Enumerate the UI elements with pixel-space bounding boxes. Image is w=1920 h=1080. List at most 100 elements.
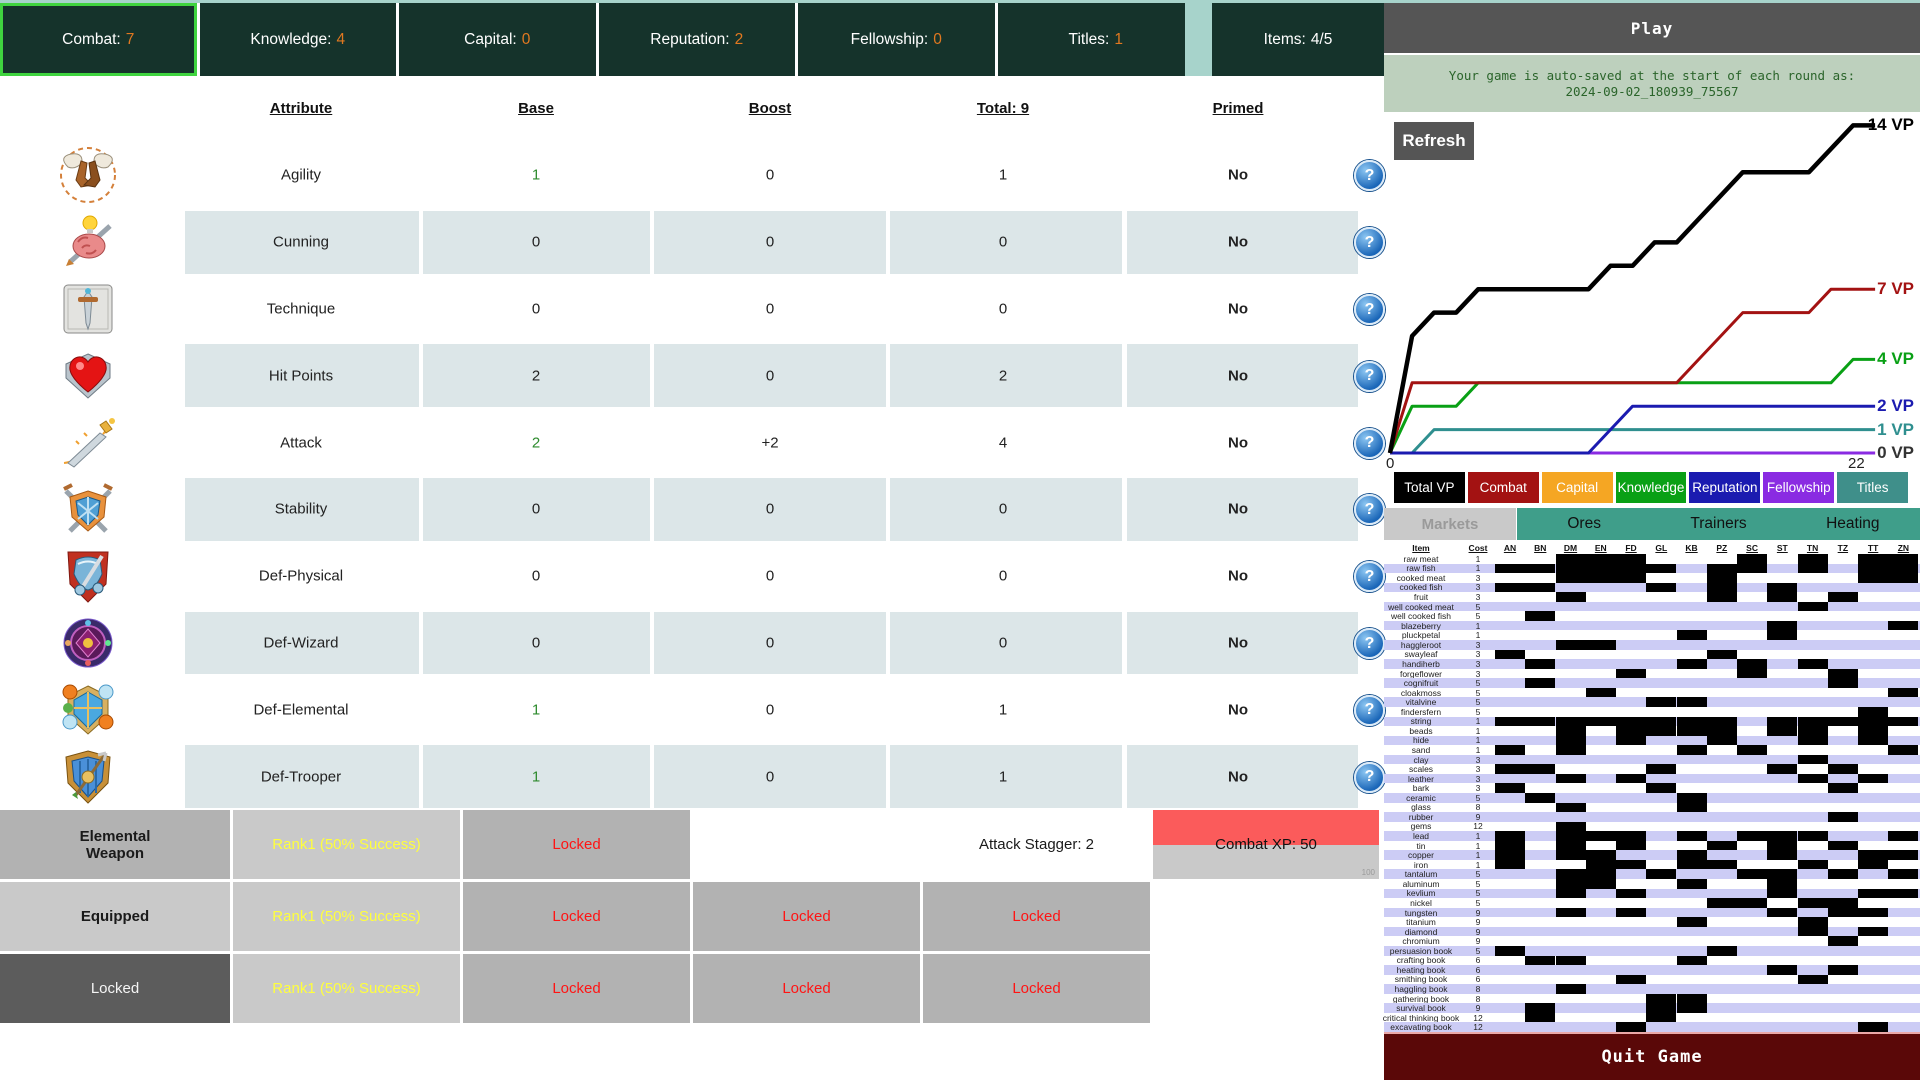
- market-item-name: handiherb: [1402, 659, 1440, 669]
- market-column-header-item: Item: [1412, 543, 1429, 553]
- market-row: gathering book8: [1384, 994, 1920, 1004]
- tab-combat[interactable]: Combat:7: [0, 3, 197, 76]
- help-icon[interactable]: ?: [1354, 561, 1385, 592]
- market-unavailable-cell: [1798, 736, 1828, 746]
- legend-button-fellowship[interactable]: Fellowship: [1763, 472, 1834, 503]
- column-header-base: Base: [518, 100, 554, 117]
- total-value: 1: [999, 167, 1007, 184]
- attribute-name: Def-Trooper: [261, 768, 341, 785]
- market-item-name: cloakmoss: [1401, 688, 1441, 698]
- market-unavailable-cell: [1646, 726, 1676, 736]
- market-item-cost: 3: [1476, 659, 1481, 669]
- market-unavailable-cell: [1767, 889, 1797, 899]
- grid-cell-label: Locked: [1012, 908, 1060, 925]
- locked-cell[interactable]: Locked: [693, 882, 920, 951]
- grid-cell[interactable]: Locked: [0, 954, 230, 1023]
- grid-cell-label: Attack Stagger: 2: [979, 836, 1094, 853]
- rank-cell[interactable]: Rank1 (50% Success): [233, 810, 460, 879]
- tab-items[interactable]: Items:4/5: [1212, 3, 1384, 76]
- legend-button-titles[interactable]: Titles: [1837, 472, 1908, 503]
- slashing-sword-icon: [56, 411, 120, 475]
- tab-label: Titles:: [1069, 31, 1110, 49]
- locked-cell[interactable]: Locked: [463, 810, 690, 879]
- attribute-name: Def-Wizard: [263, 635, 338, 652]
- market-unavailable-cell: [1556, 640, 1586, 650]
- market-unavailable-cell: [1767, 621, 1797, 631]
- legend-button-total-vp[interactable]: Total VP: [1394, 472, 1465, 503]
- market-item-name: fruit: [1414, 592, 1428, 602]
- locked-cell[interactable]: Locked: [923, 882, 1150, 951]
- help-icon[interactable]: ?: [1354, 628, 1385, 659]
- legend-button-reputation[interactable]: Reputation: [1689, 472, 1760, 503]
- market-unavailable-cell: [1646, 764, 1676, 774]
- help-icon[interactable]: ?: [1354, 494, 1385, 525]
- market-unavailable-cell: [1858, 927, 1888, 937]
- locked-cell[interactable]: Locked: [463, 882, 690, 951]
- market-row: diamond9: [1384, 927, 1920, 937]
- market-item-cost: 9: [1476, 1003, 1481, 1013]
- market-row: ceramic5: [1384, 793, 1920, 803]
- market-unavailable-cell: [1767, 726, 1797, 736]
- locked-cell[interactable]: Locked: [693, 954, 920, 1023]
- market-unavailable-cell: [1798, 755, 1828, 765]
- market-item-cost: 6: [1476, 955, 1481, 965]
- market-item-name: ceramic: [1406, 793, 1436, 803]
- market-unavailable-cell: [1495, 783, 1525, 793]
- tab-fellowship[interactable]: Fellowship:0: [798, 3, 995, 76]
- help-icon[interactable]: ?: [1354, 160, 1385, 191]
- locked-cell[interactable]: Locked: [463, 954, 690, 1023]
- market-item-name: bark: [1413, 783, 1430, 793]
- help-icon[interactable]: ?: [1354, 762, 1385, 793]
- market-item-name: persuasion book: [1390, 946, 1452, 956]
- market-unavailable-cell: [1798, 831, 1828, 841]
- quit-game-button[interactable]: Quit Game: [1384, 1032, 1920, 1080]
- legend-button-knowledge[interactable]: Knowledge: [1616, 472, 1687, 503]
- tab-markets[interactable]: Markets: [1384, 508, 1516, 540]
- market-unavailable-cell: [1828, 592, 1858, 602]
- help-icon[interactable]: ?: [1354, 361, 1385, 392]
- total-value: 1: [999, 701, 1007, 718]
- tab-reputation[interactable]: Reputation:2: [599, 3, 796, 76]
- tab-heating[interactable]: Heating: [1786, 508, 1920, 540]
- help-icon[interactable]: ?: [1354, 428, 1385, 459]
- market-row: cognifruit5: [1384, 678, 1920, 688]
- market-item-cost: 3: [1476, 640, 1481, 650]
- elemental-shield-icon: [56, 678, 120, 742]
- market-row: cooked fish3: [1384, 583, 1920, 593]
- legend-button-combat[interactable]: Combat: [1468, 472, 1539, 503]
- tab-ores[interactable]: Ores: [1517, 508, 1651, 540]
- market-unavailable-cell: [1707, 717, 1737, 727]
- rank-cell[interactable]: Rank1 (50% Success): [233, 882, 460, 951]
- market-unavailable-cell: [1677, 850, 1707, 860]
- tab-capital[interactable]: Capital:0: [399, 3, 596, 76]
- help-icon[interactable]: ?: [1354, 695, 1385, 726]
- market-unavailable-cell: [1767, 965, 1797, 975]
- market-unavailable-cell: [1798, 659, 1828, 669]
- market-item-name: clay: [1413, 755, 1428, 765]
- legend-button-capital[interactable]: Capital: [1542, 472, 1613, 503]
- market-unavailable-cell: [1677, 831, 1707, 841]
- market-unavailable-cell: [1616, 975, 1646, 985]
- market-unavailable-cell: [1798, 917, 1828, 927]
- market-item-cost: 12: [1473, 821, 1482, 831]
- play-button[interactable]: Play: [1384, 3, 1920, 53]
- market-unavailable-cell: [1525, 659, 1555, 669]
- market-unavailable-cell: [1737, 869, 1767, 879]
- tab-knowledge[interactable]: Knowledge:4: [200, 3, 397, 76]
- market-unavailable-cell: [1646, 994, 1676, 1004]
- help-icon[interactable]: ?: [1354, 294, 1385, 325]
- market-unavailable-cell: [1586, 879, 1616, 889]
- locked-cell[interactable]: Locked: [923, 954, 1150, 1023]
- market-unavailable-cell: [1586, 860, 1616, 870]
- market-unavailable-cell: [1556, 774, 1586, 784]
- grid-cell-label: Locked: [91, 980, 139, 997]
- market-unavailable-cell: [1525, 564, 1555, 574]
- market-unavailable-cell: [1556, 908, 1586, 918]
- market-row: critical thinking book12: [1384, 1013, 1920, 1023]
- tab-trainers[interactable]: Trainers: [1651, 508, 1785, 540]
- market-item-cost: 8: [1476, 994, 1481, 1004]
- grid-cell-label: Equipped: [81, 908, 149, 925]
- tab-titles[interactable]: Titles:1: [998, 3, 1195, 76]
- rank-cell[interactable]: Rank1 (50% Success): [233, 954, 460, 1023]
- help-icon[interactable]: ?: [1354, 227, 1385, 258]
